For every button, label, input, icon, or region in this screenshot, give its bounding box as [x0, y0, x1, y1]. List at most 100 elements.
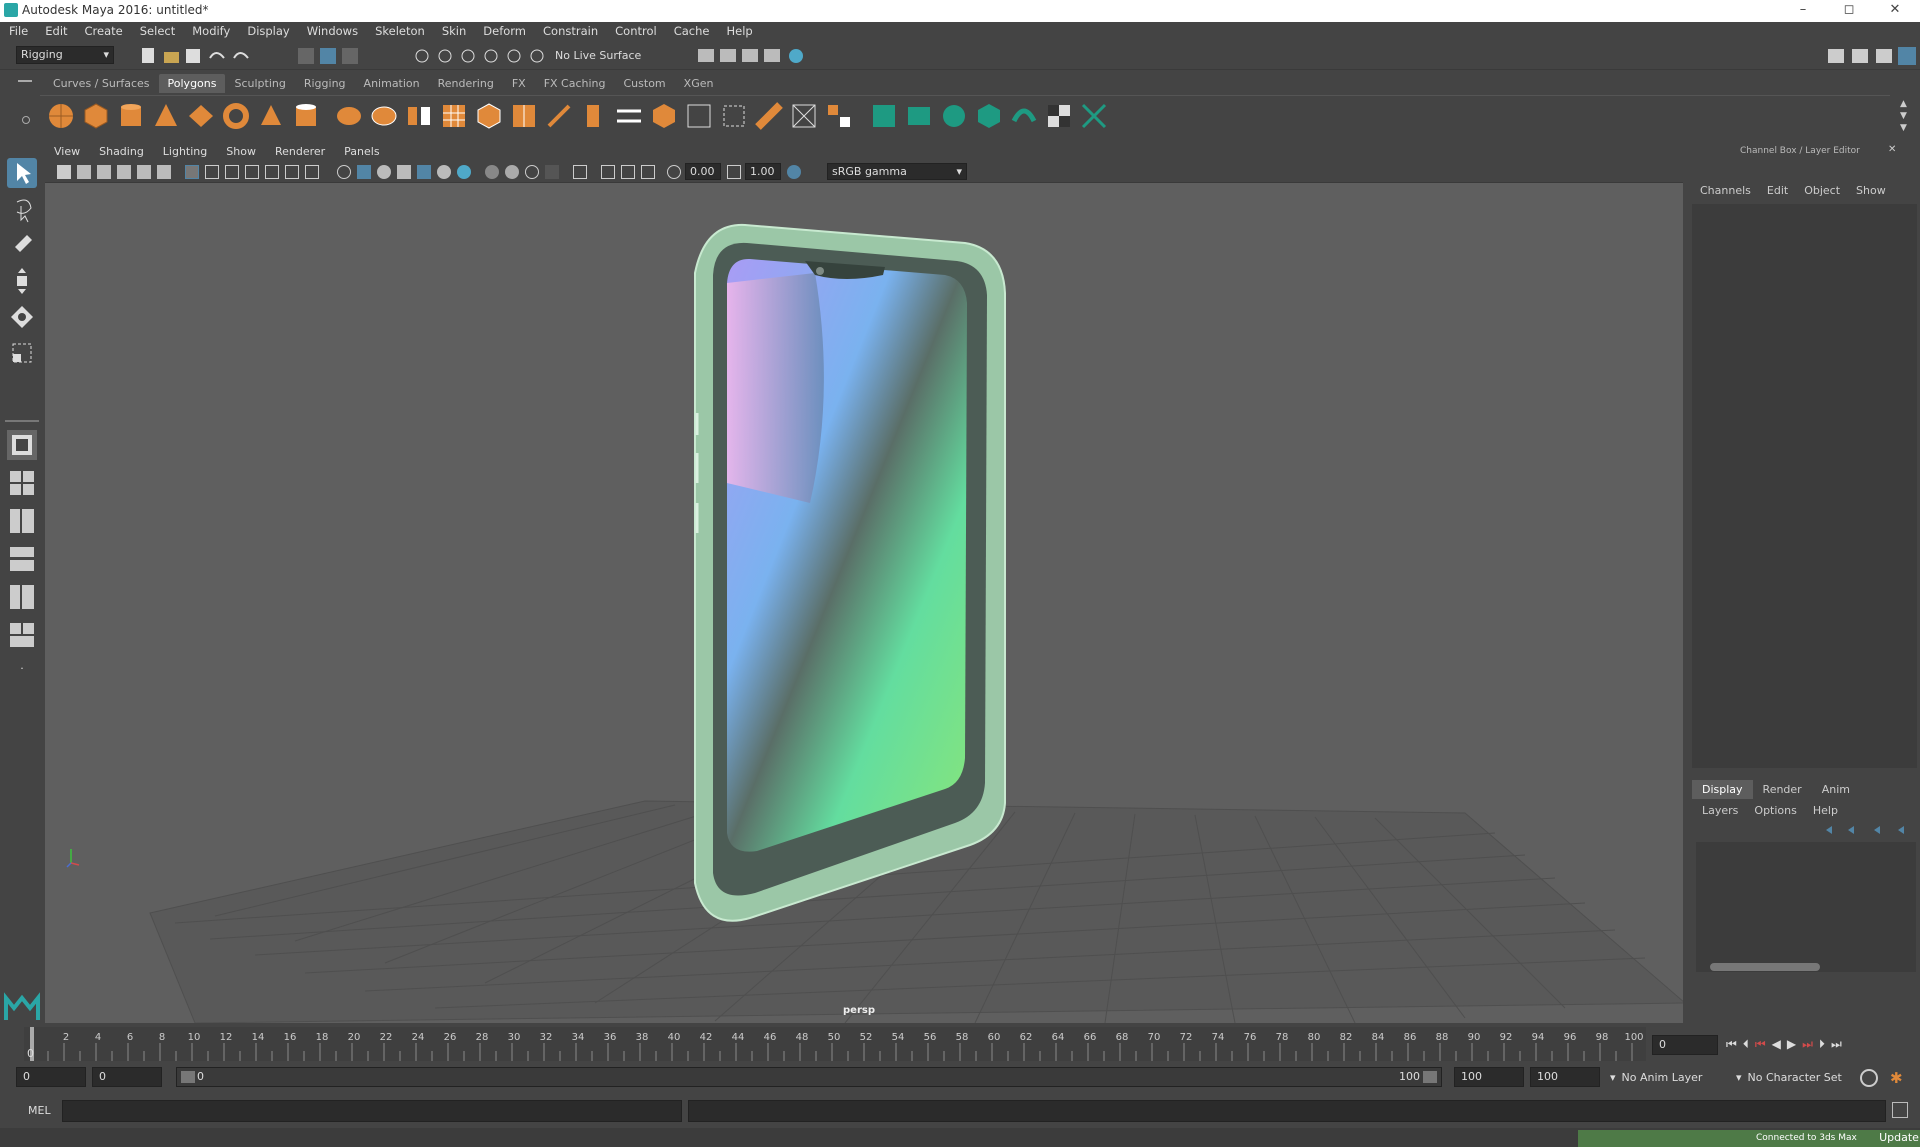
menu-skin[interactable]: Skin	[433, 22, 474, 38]
step-back-key-icon[interactable]: ⏮	[1755, 1037, 1772, 1051]
menu-control[interactable]: Control	[606, 22, 665, 38]
tab-rendering[interactable]: Rendering	[429, 74, 503, 93]
single-perspective-layout-icon[interactable]	[7, 430, 37, 460]
append-to-polygon-icon[interactable]	[719, 101, 749, 131]
menu-file[interactable]: File	[0, 22, 36, 38]
safe-action-icon[interactable]	[285, 165, 299, 179]
uv-checker-icon[interactable]	[1044, 101, 1074, 131]
2d-pan-zoom-icon[interactable]	[137, 165, 151, 179]
shelf-menu-icon[interactable]	[18, 80, 32, 82]
panel-close-icon[interactable]: ✕	[1888, 144, 1896, 155]
snap-tools[interactable]	[412, 46, 547, 66]
shelf-settings-icon[interactable]	[22, 116, 30, 124]
cb-menu-object[interactable]: Object	[1796, 184, 1848, 197]
tab-custom[interactable]: Custom	[615, 74, 675, 93]
grid-icon[interactable]	[185, 165, 199, 179]
bookmarks-icon[interactable]	[97, 165, 111, 179]
four-view-layout-icon[interactable]	[7, 468, 37, 498]
reduce-icon[interactable]	[474, 101, 504, 131]
motion-blur-icon[interactable]	[505, 165, 519, 179]
cylindrical-uv-icon[interactable]	[904, 101, 934, 131]
menu-cache[interactable]: Cache	[665, 22, 718, 38]
minimize-button[interactable]: –	[1780, 0, 1826, 22]
poly-pyramid-icon[interactable]	[256, 101, 286, 131]
vp-menu-panels[interactable]: Panels	[335, 143, 389, 158]
tab-sculpting[interactable]: Sculpting	[225, 74, 294, 93]
menu-windows[interactable]: Windows	[298, 22, 366, 38]
spherical-uv-icon[interactable]	[939, 101, 969, 131]
menu-edit[interactable]: Edit	[36, 22, 75, 38]
planar-uv-icon[interactable]	[869, 101, 899, 131]
uv-editor-icon[interactable]	[1009, 101, 1039, 131]
animation-start-field[interactable]: 0	[16, 1067, 86, 1087]
safe-title-icon[interactable]	[305, 165, 319, 179]
tab-anim[interactable]: Anim	[1812, 780, 1860, 799]
close-button[interactable]: ✕	[1872, 0, 1918, 22]
menu-help[interactable]: Help	[717, 22, 760, 38]
bridge-icon[interactable]	[614, 101, 644, 131]
range-slider[interactable]: 0 100	[176, 1067, 1442, 1087]
menu-modify[interactable]: Modify	[183, 22, 238, 38]
command-language[interactable]: MEL	[28, 1104, 51, 1117]
shadows-icon[interactable]	[457, 165, 471, 179]
step-forward-key-icon[interactable]: ⏭	[1802, 1037, 1819, 1051]
file-tools[interactable]	[140, 46, 260, 66]
xray-active-components-icon[interactable]	[621, 165, 635, 179]
menu-display[interactable]: Display	[238, 22, 297, 38]
menu-skeleton[interactable]: Skeleton	[366, 22, 433, 38]
poly-sphere-icon[interactable]	[46, 101, 76, 131]
time-slider[interactable]: 2 4 6 8 10 12 14 16 18 20 22 24 26 28 30 32 34 36 38 40 42 44…	[0, 1025, 1920, 1065]
bevel-icon[interactable]	[649, 101, 679, 131]
channel-list[interactable]	[1692, 204, 1917, 768]
depth-of-field-icon[interactable]	[545, 165, 559, 179]
tab-fx[interactable]: FX	[503, 74, 535, 93]
step-forward-frame-icon[interactable]: ⏵	[1819, 1037, 1831, 1051]
film-gate-icon[interactable]	[205, 165, 219, 179]
render-tools[interactable]	[696, 46, 808, 66]
view-transform-dropdown[interactable]: sRGB gamma ▾	[827, 163, 967, 180]
use-all-lights-icon[interactable]	[437, 165, 451, 179]
layer-buttons[interactable]	[1820, 822, 1915, 838]
select-tool-icon[interactable]	[7, 158, 37, 188]
isolate-select-icon[interactable]	[573, 165, 587, 179]
auto-key-icon[interactable]	[1860, 1069, 1878, 1087]
menu-constrain[interactable]: Constrain	[534, 22, 606, 38]
exposure-icon[interactable]	[667, 165, 681, 179]
menu-set-dropdown[interactable]: Rigging ▾	[16, 46, 114, 64]
paint-select-icon[interactable]	[7, 230, 37, 260]
range-start-handle[interactable]	[181, 1071, 195, 1083]
toolbox-more-icon[interactable]: ·	[14, 662, 30, 678]
update-button[interactable]: Update	[1878, 1130, 1920, 1147]
playback-controls[interactable]: ⏮⏴⏮◀▶⏭⏵⏭	[1726, 1037, 1906, 1053]
play-backward-icon[interactable]: ◀	[1772, 1037, 1787, 1051]
combine-icon[interactable]	[334, 101, 364, 131]
command-input[interactable]	[62, 1100, 682, 1122]
move-tool-icon[interactable]	[7, 266, 37, 296]
cb-menu-edit[interactable]: Edit	[1759, 184, 1796, 197]
separate-icon[interactable]	[369, 101, 399, 131]
layer-list[interactable]	[1696, 842, 1916, 972]
smooth-icon[interactable]	[439, 101, 469, 131]
menu-deform[interactable]: Deform	[474, 22, 534, 38]
vp-menu-shading[interactable]: Shading	[90, 143, 154, 158]
animation-end-field[interactable]: 100	[1530, 1067, 1600, 1087]
menu-create[interactable]: Create	[76, 22, 131, 38]
cut-uv-icon[interactable]	[1079, 101, 1109, 131]
poly-torus-icon[interactable]	[221, 101, 251, 131]
playback-end-field[interactable]: 100	[1454, 1067, 1524, 1087]
vp-menu-lighting[interactable]: Lighting	[154, 143, 217, 158]
wireframe-on-shaded-icon[interactable]	[397, 165, 411, 179]
poly-plane-icon[interactable]	[186, 101, 216, 131]
playback-start-field[interactable]: 0	[92, 1067, 162, 1087]
tab-animation[interactable]: Animation	[355, 74, 429, 93]
poly-pipe-icon[interactable]	[291, 101, 321, 131]
time-ruler[interactable]: 2 4 6 8 10 12 14 16 18 20 22 24 26 28 30 32 34 36 38 40 42 44…	[24, 1027, 1646, 1061]
anim-layer-dropdown[interactable]: ▾ No Anim Layer	[1606, 1069, 1738, 1087]
screen-space-ao-icon[interactable]	[485, 165, 499, 179]
maximize-button[interactable]: ◻	[1826, 0, 1872, 22]
persp-graph-layout-icon[interactable]	[7, 544, 37, 574]
default-material-icon[interactable]	[377, 165, 391, 179]
hypershade-layout-icon[interactable]	[7, 582, 37, 612]
workspace-toggles[interactable]	[1826, 46, 1918, 66]
tab-curves-surfaces[interactable]: Curves / Surfaces	[44, 74, 159, 93]
